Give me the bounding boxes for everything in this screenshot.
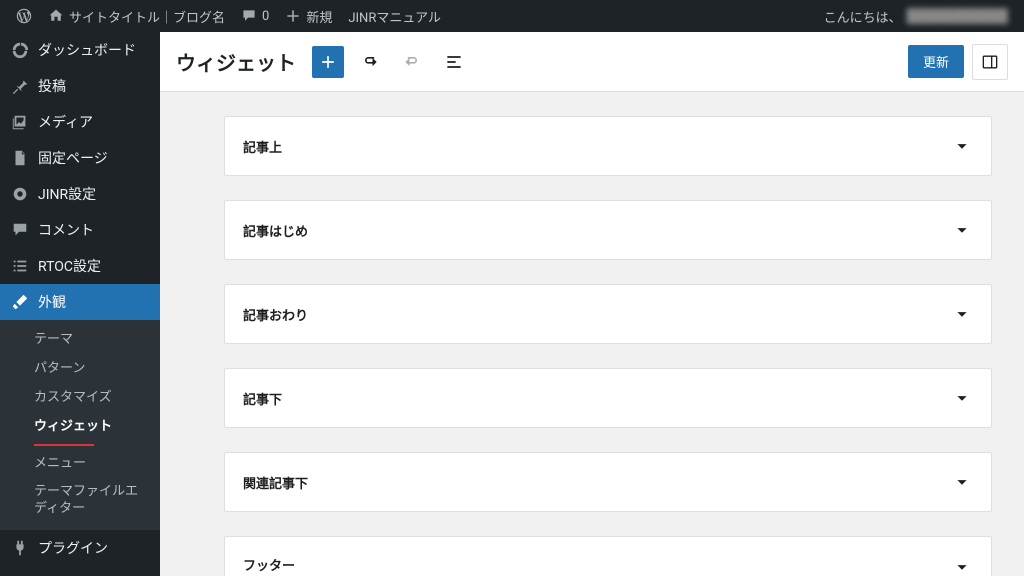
sidebar-item-pages[interactable]: 固定ページ (0, 140, 160, 176)
sidebar-item-label: プラグイン (38, 538, 108, 558)
sidebar-item-label: JINR設定 (38, 184, 96, 204)
sidebar-item-posts[interactable]: 投稿 (0, 68, 160, 104)
sidebar-item-jinr-settings[interactable]: JINR設定 (0, 176, 160, 212)
list-icon (10, 256, 30, 276)
media-icon (10, 112, 30, 132)
site-home-link[interactable]: サイトタイトル｜ブログ名 (40, 0, 233, 32)
widget-areas-canvas: 記事上 記事はじめ 記事おわり 記事下 関連記事下 フッター (160, 92, 1024, 576)
site-title: サイトタイトル｜ブログ名 (69, 7, 225, 26)
add-block-button[interactable] (312, 46, 344, 78)
sidebar-item-comments[interactable]: コメント (0, 212, 160, 248)
page-icon (10, 148, 30, 168)
submenu-item-widgets[interactable]: ウィジェット (0, 413, 160, 442)
layout: ダッシュボード 投稿 メディア 固定ページ JINR設定 コメント RTOC設定 (0, 32, 1024, 576)
submenu-underline (34, 444, 94, 446)
sidebar-item-label: 外観 (38, 292, 66, 312)
widget-area[interactable]: 記事はじめ (224, 200, 992, 260)
chevron-down-icon (951, 471, 973, 493)
appearance-submenu: テーマ パターン カスタマイズ ウィジェット メニュー テーマファイルエディター (0, 320, 160, 530)
brush-icon (10, 292, 30, 312)
chevron-down-icon (951, 135, 973, 157)
sidebar-panel-toggle[interactable] (972, 44, 1008, 80)
admin-bar-left: サイトタイトル｜ブログ名 0 新規 JINRマニュアル (8, 0, 449, 32)
wordpress-icon (16, 8, 32, 24)
plus-icon (285, 8, 301, 24)
submenu-item-theme-editor[interactable]: テーマファイルエディター (0, 478, 160, 524)
sidebar-item-label: 固定ページ (38, 148, 108, 168)
sidebar-item-label: 投稿 (38, 76, 66, 96)
dashboard-icon (10, 40, 30, 60)
editor-header-left: ウィジェット (176, 46, 470, 78)
submenu-item-patterns[interactable]: パターン (0, 355, 160, 384)
undo-icon (360, 52, 380, 72)
comments-link[interactable]: 0 (233, 0, 277, 32)
sidebar-item-label: コメント (38, 220, 94, 240)
panel-icon (980, 52, 1000, 72)
sidebar-item-media[interactable]: メディア (0, 104, 160, 140)
widget-area-title: 記事上 (243, 137, 282, 156)
pin-icon (10, 76, 30, 96)
wp-logo[interactable] (8, 0, 40, 32)
submenu-item-themes[interactable]: テーマ (0, 326, 160, 355)
sidebar-item-label: メディア (38, 112, 93, 132)
redo-button[interactable] (396, 46, 428, 78)
page-title: ウィジェット (176, 47, 296, 76)
widget-area[interactable]: 記事下 (224, 368, 992, 428)
jinr-manual-link[interactable]: JINRマニュアル (340, 0, 449, 32)
editor-header: ウィジェット 更新 (160, 32, 1024, 92)
widget-area-title: 記事下 (243, 389, 282, 408)
widget-area[interactable]: 記事上 (224, 116, 992, 176)
plug-icon (10, 538, 30, 558)
sidebar-item-users[interactable]: ユーザー (0, 566, 160, 576)
user-greeting[interactable]: こんにちは、 ███████████ (816, 0, 1016, 32)
chevron-down-icon (951, 303, 973, 325)
manual-label: JINRマニュアル (348, 7, 441, 26)
sidebar-item-label: RTOC設定 (38, 256, 101, 276)
update-button[interactable]: 更新 (908, 45, 964, 78)
submenu-item-menus[interactable]: メニュー (0, 450, 160, 479)
admin-bar-right: こんにちは、 ███████████ (816, 0, 1016, 32)
widget-area-title: 関連記事下 (243, 473, 308, 492)
widget-area[interactable]: 関連記事下 (224, 452, 992, 512)
comment-icon (10, 220, 30, 240)
editor-header-right: 更新 (908, 44, 1008, 80)
chevron-down-icon (951, 387, 973, 409)
sidebar-item-plugins[interactable]: プラグイン (0, 530, 160, 566)
new-label: 新規 (306, 7, 332, 26)
list-view-icon (444, 52, 464, 72)
sidebar-item-label: ダッシュボード (38, 40, 136, 60)
new-content-link[interactable]: 新規 (277, 0, 340, 32)
chevron-down-icon (951, 219, 973, 241)
widget-area-title: 記事はじめ (243, 221, 308, 240)
list-view-button[interactable] (438, 46, 470, 78)
plus-icon (318, 52, 338, 72)
sidebar-item-rtoc[interactable]: RTOC設定 (0, 248, 160, 284)
home-icon (48, 8, 64, 24)
redo-icon (402, 52, 422, 72)
content: ウィジェット 更新 (160, 32, 1024, 576)
gear-badge-icon (10, 184, 30, 204)
widget-area[interactable]: フッター (224, 536, 992, 576)
sidebar-item-dashboard[interactable]: ダッシュボード (0, 32, 160, 68)
submenu-item-customize[interactable]: カスタマイズ (0, 384, 160, 413)
admin-bar: サイトタイトル｜ブログ名 0 新規 JINRマニュアル こんにちは、 █████… (0, 0, 1024, 32)
admin-sidebar: ダッシュボード 投稿 メディア 固定ページ JINR設定 コメント RTOC設定 (0, 32, 160, 576)
widget-area-title: 記事おわり (243, 305, 308, 324)
widget-area[interactable]: 記事おわり (224, 284, 992, 344)
widget-area-title: フッター (243, 555, 295, 576)
chevron-down-icon (951, 556, 973, 576)
comment-icon (241, 8, 257, 24)
sidebar-item-appearance[interactable]: 外観 (0, 284, 160, 320)
user-greeting-text: こんにちは、 (824, 7, 902, 26)
comments-count: 0 (262, 9, 269, 24)
user-display-name: ███████████ (907, 8, 1008, 24)
undo-button[interactable] (354, 46, 386, 78)
